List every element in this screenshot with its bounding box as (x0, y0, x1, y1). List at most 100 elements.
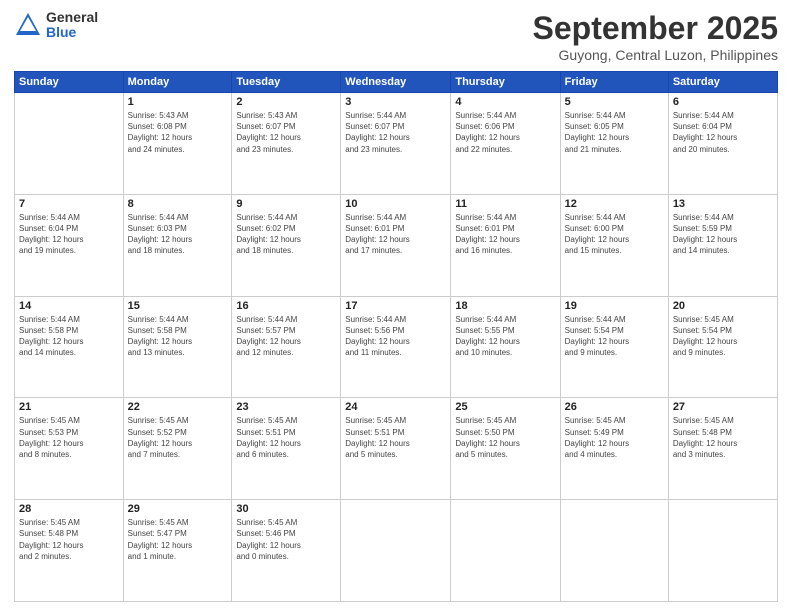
day-number: 19 (565, 300, 664, 312)
weekday-saturday: Saturday (668, 72, 777, 93)
calendar-cell: 13 Sunrise: 5:44 AM Sunset: 5:59 PM Dayli… (668, 194, 777, 296)
day-number: 10 (345, 198, 446, 210)
day-info: Sunrise: 5:44 AM Sunset: 5:55 PM Dayligh… (455, 314, 555, 359)
week-row-1: 7Sunrise: 5:44 AM Sunset: 6:04 PM Daylig… (15, 194, 778, 296)
weekday-thursday: Thursday (451, 72, 560, 93)
calendar-cell: 2 Sunrise: 5:43 AM Sunset: 6:07 PM Daylig… (232, 93, 341, 195)
calendar-cell: 5Sunrise: 5:44 AM Sunset: 6:05 PM Daylig… (560, 93, 668, 195)
day-number: 30 (236, 503, 336, 515)
day-number: 27 (673, 401, 773, 413)
page: General Blue September 2025 Guyong, Cent… (0, 0, 792, 612)
day-info: Sunrise: 5:45 AM Sunset: 5:52 PM Dayligh… (128, 415, 228, 460)
day-number: 2 (236, 96, 336, 108)
day-number: 3 (345, 96, 446, 108)
logo-general: General (46, 10, 98, 25)
day-number: 23 (236, 401, 336, 413)
calendar-cell: 15 Sunrise: 5:44 AM Sunset: 5:58 PM Dayli… (123, 296, 232, 398)
calendar-cell: 3 Sunrise: 5:44 AM Sunset: 6:07 PM Daylig… (341, 93, 451, 195)
day-number: 29 (128, 503, 228, 515)
day-info: Sunrise: 5:43 AM Sunset: 6:07 PM Dayligh… (236, 110, 336, 155)
weekday-monday: Monday (123, 72, 232, 93)
day-number: 20 (673, 300, 773, 312)
calendar-cell: 1Sunrise: 5:43 AM Sunset: 6:08 PM Daylig… (123, 93, 232, 195)
calendar-cell: 29 Sunrise: 5:45 AM Sunset: 5:47 PM Dayli… (123, 500, 232, 602)
day-number: 6 (673, 96, 773, 108)
day-number: 14 (19, 300, 119, 312)
day-info: Sunrise: 5:44 AM Sunset: 5:56 PM Dayligh… (345, 314, 446, 359)
day-info: Sunrise: 5:44 AM Sunset: 5:58 PM Dayligh… (19, 314, 119, 359)
calendar-cell: 24Sunrise: 5:45 AM Sunset: 5:51 PM Dayli… (341, 398, 451, 500)
week-row-2: 14 Sunrise: 5:44 AM Sunset: 5:58 PM Dayli… (15, 296, 778, 398)
calendar-cell (451, 500, 560, 602)
day-info: Sunrise: 5:44 AM Sunset: 6:01 PM Dayligh… (345, 212, 446, 257)
day-number: 13 (673, 198, 773, 210)
weekday-tuesday: Tuesday (232, 72, 341, 93)
day-number: 28 (19, 503, 119, 515)
day-number: 25 (455, 401, 555, 413)
weekday-wednesday: Wednesday (341, 72, 451, 93)
logo-blue: Blue (46, 25, 98, 40)
calendar-cell: 11 Sunrise: 5:44 AM Sunset: 6:01 PM Dayli… (451, 194, 560, 296)
calendar-cell (668, 500, 777, 602)
calendar-cell (15, 93, 124, 195)
logo-icon (14, 11, 42, 39)
day-info: Sunrise: 5:45 AM Sunset: 5:51 PM Dayligh… (345, 415, 446, 460)
calendar-cell: 17 Sunrise: 5:44 AM Sunset: 5:56 PM Dayli… (341, 296, 451, 398)
day-number: 21 (19, 401, 119, 413)
week-row-0: 1Sunrise: 5:43 AM Sunset: 6:08 PM Daylig… (15, 93, 778, 195)
day-info: Sunrise: 5:44 AM Sunset: 5:59 PM Dayligh… (673, 212, 773, 257)
calendar-cell: 7Sunrise: 5:44 AM Sunset: 6:04 PM Daylig… (15, 194, 124, 296)
day-number: 12 (565, 198, 664, 210)
day-info: Sunrise: 5:44 AM Sunset: 5:58 PM Dayligh… (128, 314, 228, 359)
header: General Blue September 2025 Guyong, Cent… (14, 10, 778, 63)
day-number: 8 (128, 198, 228, 210)
day-info: Sunrise: 5:45 AM Sunset: 5:48 PM Dayligh… (19, 517, 119, 562)
logo-text: General Blue (46, 10, 98, 41)
day-info: Sunrise: 5:45 AM Sunset: 5:48 PM Dayligh… (673, 415, 773, 460)
location-title: Guyong, Central Luzon, Philippines (533, 47, 778, 63)
day-info: Sunrise: 5:44 AM Sunset: 6:07 PM Dayligh… (345, 110, 446, 155)
calendar-table: SundayMondayTuesdayWednesdayThursdayFrid… (14, 71, 778, 602)
calendar-cell: 4 Sunrise: 5:44 AM Sunset: 6:06 PM Daylig… (451, 93, 560, 195)
day-info: Sunrise: 5:44 AM Sunset: 6:02 PM Dayligh… (236, 212, 336, 257)
day-info: Sunrise: 5:44 AM Sunset: 6:06 PM Dayligh… (455, 110, 555, 155)
calendar-cell: 19 Sunrise: 5:44 AM Sunset: 5:54 PM Dayli… (560, 296, 668, 398)
day-number: 22 (128, 401, 228, 413)
calendar-cell: 27 Sunrise: 5:45 AM Sunset: 5:48 PM Dayli… (668, 398, 777, 500)
calendar-cell: 30 Sunrise: 5:45 AM Sunset: 5:46 PM Dayli… (232, 500, 341, 602)
day-number: 17 (345, 300, 446, 312)
day-info: Sunrise: 5:43 AM Sunset: 6:08 PM Dayligh… (128, 110, 228, 155)
week-row-3: 21Sunrise: 5:45 AM Sunset: 5:53 PM Dayli… (15, 398, 778, 500)
day-number: 7 (19, 198, 119, 210)
calendar-cell: 6Sunrise: 5:44 AM Sunset: 6:04 PM Daylig… (668, 93, 777, 195)
day-number: 15 (128, 300, 228, 312)
calendar-cell: 14 Sunrise: 5:44 AM Sunset: 5:58 PM Dayli… (15, 296, 124, 398)
day-info: Sunrise: 5:44 AM Sunset: 6:00 PM Dayligh… (565, 212, 664, 257)
calendar-cell: 20Sunrise: 5:45 AM Sunset: 5:54 PM Dayli… (668, 296, 777, 398)
calendar-cell: 8 Sunrise: 5:44 AM Sunset: 6:03 PM Daylig… (123, 194, 232, 296)
day-info: Sunrise: 5:44 AM Sunset: 6:01 PM Dayligh… (455, 212, 555, 257)
calendar-cell: 9Sunrise: 5:44 AM Sunset: 6:02 PM Daylig… (232, 194, 341, 296)
logo: General Blue (14, 10, 98, 41)
day-number: 4 (455, 96, 555, 108)
calendar-cell (341, 500, 451, 602)
day-info: Sunrise: 5:45 AM Sunset: 5:50 PM Dayligh… (455, 415, 555, 460)
weekday-sunday: Sunday (15, 72, 124, 93)
day-info: Sunrise: 5:45 AM Sunset: 5:46 PM Dayligh… (236, 517, 336, 562)
calendar-cell: 28 Sunrise: 5:45 AM Sunset: 5:48 PM Dayli… (15, 500, 124, 602)
calendar-cell: 23Sunrise: 5:45 AM Sunset: 5:51 PM Dayli… (232, 398, 341, 500)
month-title: September 2025 (533, 10, 778, 47)
calendar-cell: 25 Sunrise: 5:45 AM Sunset: 5:50 PM Dayli… (451, 398, 560, 500)
calendar-cell: 12 Sunrise: 5:44 AM Sunset: 6:00 PM Dayli… (560, 194, 668, 296)
calendar-cell: 21Sunrise: 5:45 AM Sunset: 5:53 PM Dayli… (15, 398, 124, 500)
day-info: Sunrise: 5:44 AM Sunset: 6:05 PM Dayligh… (565, 110, 664, 155)
weekday-header: SundayMondayTuesdayWednesdayThursdayFrid… (15, 72, 778, 93)
day-info: Sunrise: 5:44 AM Sunset: 6:03 PM Dayligh… (128, 212, 228, 257)
day-info: Sunrise: 5:44 AM Sunset: 5:54 PM Dayligh… (565, 314, 664, 359)
calendar-cell (560, 500, 668, 602)
calendar-cell: 26Sunrise: 5:45 AM Sunset: 5:49 PM Dayli… (560, 398, 668, 500)
day-info: Sunrise: 5:45 AM Sunset: 5:47 PM Dayligh… (128, 517, 228, 562)
calendar-cell: 18Sunrise: 5:44 AM Sunset: 5:55 PM Dayli… (451, 296, 560, 398)
day-number: 16 (236, 300, 336, 312)
day-number: 11 (455, 198, 555, 210)
